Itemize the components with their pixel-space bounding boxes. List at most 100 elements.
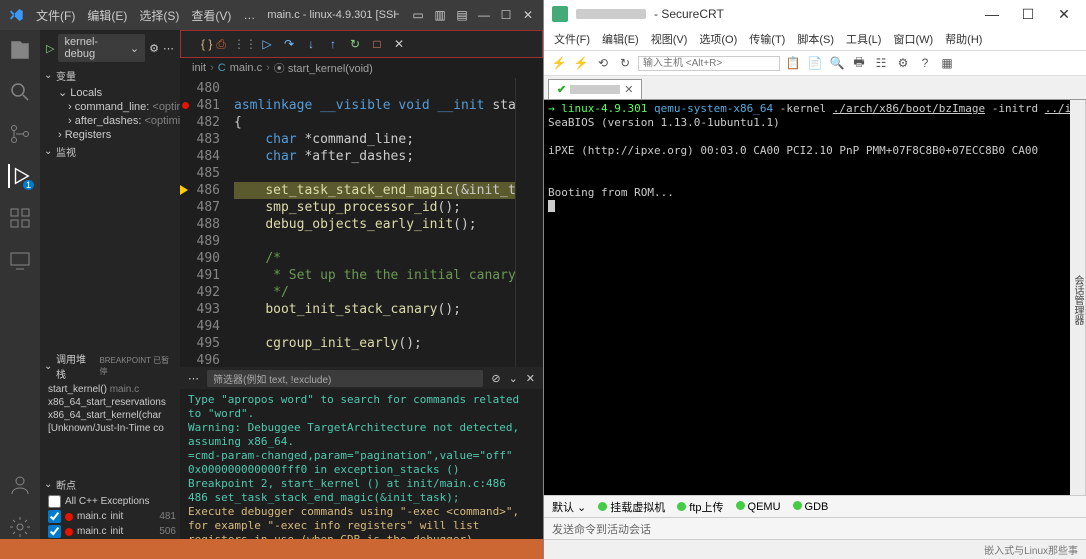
settings-gear-icon[interactable]: [8, 515, 32, 539]
step-over-icon[interactable]: ↷: [280, 35, 298, 53]
stop-icon[interactable]: □: [368, 35, 386, 53]
layout-toggle-icon[interactable]: ▭: [411, 8, 425, 22]
session-manager-label[interactable]: 会话管理器: [1070, 100, 1086, 495]
search-icon[interactable]: [8, 80, 32, 104]
breadcrumb-item[interactable]: main.c: [230, 62, 262, 74]
command-bar[interactable]: 发送命令到活动会话: [544, 517, 1086, 539]
status-dot-icon: [598, 502, 607, 511]
menu-more[interactable]: …: [243, 8, 255, 22]
variable-item[interactable]: › after_dashes: <optimiz…: [40, 114, 180, 128]
variables-section[interactable]: ⌄变量: [40, 66, 180, 85]
layout-panel-icon[interactable]: ▥: [433, 8, 447, 22]
menu-item[interactable]: 编辑(E): [598, 31, 643, 47]
bp-checkbox[interactable]: [48, 495, 61, 508]
locals-group[interactable]: ⌄ Locals: [40, 85, 180, 100]
breakpoint-item[interactable]: main.c init481: [40, 509, 180, 524]
console-filter-input[interactable]: 筛选器(例如 text, !exclude): [207, 370, 483, 387]
close-icon[interactable]: ✕: [1050, 6, 1078, 23]
menu-item[interactable]: 传输(T): [745, 31, 789, 47]
callstack-frame[interactable]: start_kernel() main.c: [40, 383, 180, 396]
maximize-icon[interactable]: ☐: [499, 8, 513, 22]
sessions-icon[interactable]: ☷: [872, 54, 890, 72]
minimize-icon[interactable]: —: [978, 6, 1006, 22]
bp-checkbox[interactable]: [48, 510, 61, 523]
close-tab-icon[interactable]: ✕: [624, 83, 633, 96]
explorer-icon[interactable]: [8, 38, 32, 62]
debug-config-dropdown[interactable]: kernel-debug ⌄: [58, 34, 145, 62]
more-icon[interactable]: ⋯: [188, 372, 199, 385]
minimap[interactable]: [515, 78, 543, 367]
paste-icon[interactable]: 📄: [806, 54, 824, 72]
maximize-icon[interactable]: ☐: [1014, 6, 1042, 23]
breadcrumb[interactable]: init› C main.c› ⦿ start_kernel(void): [180, 58, 543, 78]
menu-item[interactable]: 窗口(W): [889, 31, 937, 47]
breadcrumb-item[interactable]: init: [192, 62, 206, 74]
restart-icon[interactable]: ↻: [346, 35, 364, 53]
menu-view[interactable]: 查看(V): [191, 7, 231, 24]
code-editor[interactable]: 4804814824834844854864874884894904914924…: [180, 78, 543, 367]
breakpoint-item[interactable]: main.c init506: [40, 524, 180, 539]
button-bar-item[interactable]: GDB: [793, 501, 829, 513]
callstack-frame[interactable]: x86_64_start_kernel(char: [40, 409, 180, 422]
remote-icon[interactable]: [8, 248, 32, 272]
tile-icon[interactable]: ▦: [938, 54, 956, 72]
close-panel-icon[interactable]: ✕: [526, 372, 535, 385]
extensions-icon[interactable]: [8, 206, 32, 230]
breakpoints-section[interactable]: ⌄断点: [40, 475, 180, 494]
copy-icon[interactable]: 📋: [784, 54, 802, 72]
button-bar-item[interactable]: 默认 ⌄: [552, 499, 586, 515]
menu-item[interactable]: 选项(O): [695, 31, 741, 47]
continue-icon[interactable]: ▷: [258, 35, 276, 53]
close-debug-icon[interactable]: ✕: [390, 35, 408, 53]
debug-drag-icon[interactable]: ⋮⋮: [236, 35, 254, 53]
session-tab[interactable]: ✔ ✕: [548, 79, 642, 99]
account-icon[interactable]: [8, 473, 32, 497]
menu-file[interactable]: 文件(F): [36, 7, 75, 24]
menu-selection[interactable]: 选择(S): [139, 7, 179, 24]
variable-item[interactable]: › command_line: <optimiz…: [40, 100, 180, 114]
help-icon[interactable]: ?: [916, 54, 934, 72]
quick-connect-icon[interactable]: ⚡: [572, 54, 590, 72]
layout-side-icon[interactable]: ▤: [455, 8, 469, 22]
chevron-down-icon[interactable]: ⌄: [509, 372, 518, 385]
menu-item[interactable]: 工具(L): [842, 31, 885, 47]
debug-console[interactable]: Type "apropos word" to search for comman…: [180, 389, 543, 539]
callstack-frame[interactable]: [Unknown/Just-In-Time co: [40, 422, 180, 435]
watches-section[interactable]: ⌄监视: [40, 142, 180, 161]
callstack-frame[interactable]: x86_64_start_reservations: [40, 396, 180, 409]
source-control-icon[interactable]: [8, 122, 32, 146]
close-icon[interactable]: ✕: [521, 8, 535, 22]
debug-more-icon[interactable]: ⋯: [163, 42, 174, 55]
debug-settings-icon[interactable]: ⚙: [149, 42, 159, 55]
breadcrumb-item[interactable]: ⦿ start_kernel(void): [274, 60, 373, 76]
securecrt-menubar: 文件(F)编辑(E)视图(V)选项(O)传输(T)脚本(S)工具(L)窗口(W)…: [544, 28, 1086, 50]
host-input[interactable]: [638, 56, 780, 71]
find-icon[interactable]: 🔍: [828, 54, 846, 72]
button-bar-item[interactable]: 挂载虚拟机: [598, 499, 665, 515]
connect-icon[interactable]: ⚡: [550, 54, 568, 72]
menu-item[interactable]: 视图(V): [647, 31, 692, 47]
menu-item[interactable]: 脚本(S): [793, 31, 838, 47]
minimize-icon[interactable]: —: [477, 8, 491, 22]
terminal[interactable]: → linux-4.9.301 qemu-system-x86_64 -kern…: [544, 100, 1070, 495]
options-icon[interactable]: ⚙: [894, 54, 912, 72]
step-out-icon[interactable]: ↑: [324, 35, 342, 53]
step-into-icon[interactable]: ↓: [302, 35, 320, 53]
callstack-section[interactable]: ⌄调用堆栈 BREAKPOINT 已暂停: [40, 349, 180, 383]
app-title: - SecureCRT: [654, 7, 724, 21]
bp-all-exceptions[interactable]: All C++ Exceptions: [40, 494, 180, 509]
menu-item[interactable]: 文件(F): [550, 31, 594, 47]
debug-icon[interactable]: [8, 164, 32, 188]
menu-item[interactable]: 帮助(H): [941, 31, 986, 47]
disconnect-icon[interactable]: ⟲: [594, 54, 612, 72]
start-debug-icon[interactable]: ▷: [46, 42, 54, 55]
menu-edit[interactable]: 编辑(E): [87, 7, 127, 24]
button-bar-item[interactable]: QEMU: [736, 501, 781, 513]
connected-icon: ✔: [557, 83, 566, 96]
button-bar-item[interactable]: ftp上传: [677, 499, 723, 515]
print-icon[interactable]: 🖶: [850, 54, 868, 72]
clear-console-icon[interactable]: ⊘: [491, 372, 500, 385]
registers-group[interactable]: › Registers: [40, 128, 180, 142]
bp-checkbox[interactable]: [48, 525, 61, 538]
reconnect-icon[interactable]: ↻: [616, 54, 634, 72]
